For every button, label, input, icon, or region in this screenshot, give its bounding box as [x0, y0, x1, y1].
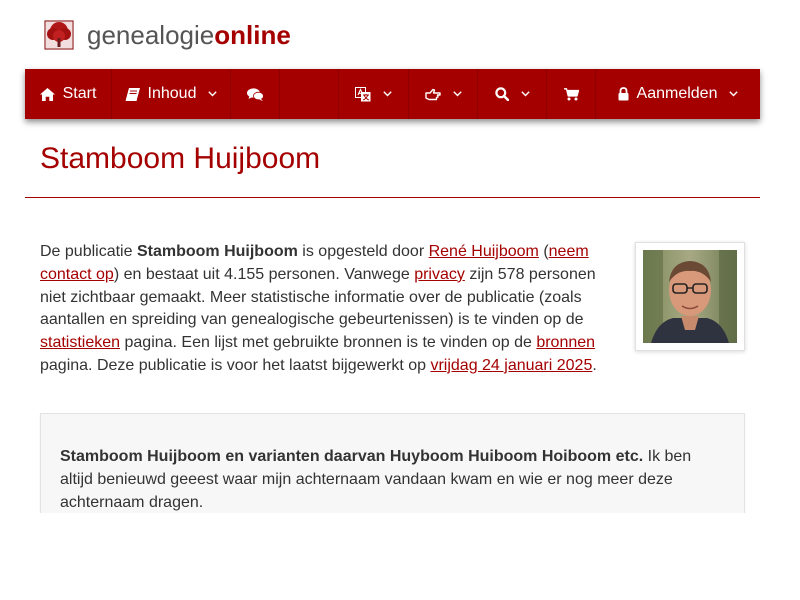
intro-text: ( — [538, 243, 549, 260]
site-logo[interactable]: genealogieonline — [44, 19, 291, 51]
nav-login[interactable]: Aanmelden — [596, 69, 760, 119]
last-updated-link[interactable]: vrijdag 24 januari 2025 — [430, 357, 592, 374]
lock-icon — [618, 87, 629, 101]
search-icon — [494, 87, 509, 101]
chevron-down-icon — [729, 91, 739, 97]
book-icon — [125, 87, 140, 101]
intro-text: ) en bestaat uit 4.155 personen. Vanwege — [113, 265, 415, 283]
nav-login-label: Aanmelden — [636, 85, 718, 102]
privacy-link[interactable]: privacy — [414, 266, 465, 283]
comments-icon — [246, 87, 264, 101]
publication-intro: De publicatie Stamboom Huijboom is opges… — [40, 241, 625, 378]
intro-text: De publicatie — [40, 243, 137, 260]
chevron-down-icon — [383, 91, 392, 97]
chevron-down-icon — [520, 91, 530, 97]
main-navbar: Start Inhoud Aanmelden — [25, 69, 760, 119]
publication-name: Stamboom Huijboom — [136, 243, 298, 260]
chevron-down-icon — [452, 91, 462, 97]
home-icon — [39, 87, 55, 101]
author-link[interactable]: René Huijboom — [429, 243, 539, 260]
title-divider — [25, 197, 760, 198]
site-name: genealogieonline — [87, 20, 291, 50]
nav-search[interactable] — [478, 69, 547, 119]
viewport-bottom — [0, 513, 800, 600]
nav-share[interactable] — [409, 69, 478, 119]
nav-language[interactable] — [339, 69, 409, 119]
nav-start-label: Start — [62, 85, 97, 102]
description-heading: Stamboom Huijboom en varianten daarvan H… — [60, 448, 644, 465]
nav-inhoud-label: Inhoud — [147, 85, 197, 102]
statistics-link[interactable]: statistieken — [40, 334, 120, 351]
nav-forum[interactable] — [231, 69, 280, 119]
intro-text: . — [592, 356, 597, 374]
site-name-part2: online — [214, 20, 291, 50]
intro-text: pagina. Een lijst met gebruikte bronnen … — [120, 334, 537, 352]
shopping-cart-icon — [563, 87, 579, 100]
intro-text: pagina. Deze publicatie is voor het laat… — [40, 356, 431, 374]
tree-logo-icon — [44, 20, 74, 50]
author-photo[interactable] — [635, 242, 745, 351]
translate-icon — [355, 86, 371, 101]
page-title: Stamboom Huijboom — [40, 142, 321, 175]
author-portrait-image — [643, 250, 737, 343]
nav-inhoud[interactable]: Inhoud — [112, 69, 231, 119]
chevron-down-icon — [208, 91, 218, 97]
site-name-part1: genealogie — [87, 20, 215, 50]
hand-pointer-icon — [424, 88, 441, 100]
publication-description: Stamboom Huijboom en varianten daarvan H… — [40, 413, 745, 523]
nav-spacer — [280, 69, 339, 119]
intro-text: is opgesteld door — [297, 243, 429, 260]
nav-start[interactable]: Start — [25, 69, 112, 119]
sources-link[interactable]: bronnen — [536, 334, 595, 351]
nav-shop[interactable] — [547, 69, 596, 119]
